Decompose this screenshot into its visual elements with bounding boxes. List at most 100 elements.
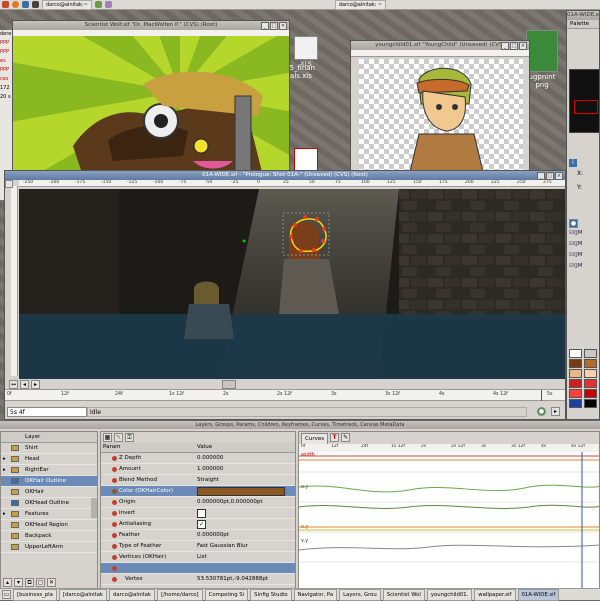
time-slider[interactable]: 0f 12f 24f 1s 12f 2s 2s 12f 3s 3s 12f 4s 4s 12f 5s	[5, 389, 565, 401]
layer-row[interactable]: OKHead Region	[1, 520, 97, 531]
layer-row[interactable]: UpperLeftArm	[1, 542, 97, 553]
param-row[interactable]: Amount 1.000000	[101, 464, 295, 475]
taskbar-item[interactable]: [business_pla	[13, 588, 57, 601]
taskbar-item[interactable]: Sinfig Studio	[250, 588, 292, 601]
expander-icon[interactable]: ▸	[3, 509, 6, 519]
palette-swatch[interactable]	[584, 349, 597, 358]
pencil-icon[interactable]: ✎	[114, 433, 123, 442]
taskbar-item[interactable]: Scientist Wol	[382, 588, 425, 601]
vertical-scrollbar-thumb[interactable]	[91, 498, 97, 518]
render-icon[interactable]: ●	[537, 407, 546, 416]
layer-row[interactable]: ▸ Features	[1, 509, 97, 520]
taskbar-item[interactable]: darco@alnitak	[109, 588, 156, 601]
selected-layer-ducks[interactable]	[19, 189, 565, 379]
taskbar-item[interactable]: wallpaper.sif	[474, 588, 516, 601]
show-desktop-icon[interactable]: ▭	[2, 590, 11, 599]
param-row[interactable]: Blend Method Straight	[101, 475, 295, 486]
layer-row[interactable]: OKHair Outline	[1, 476, 97, 487]
maximize-icon[interactable]: □	[510, 42, 518, 50]
param-value[interactable]: List	[197, 552, 207, 562]
taskbar-item[interactable]: [/home/darco]	[157, 588, 203, 601]
app-launcher-icon[interactable]	[94, 1, 102, 8]
param-row[interactable]: Origin 0.000000pt,0.000000pt	[101, 497, 295, 508]
param-row[interactable]: Vertices (OKHair) List	[101, 552, 295, 563]
param-value[interactable]: 1.000000	[197, 464, 223, 474]
param-value[interactable]: 53.530781pt,-9.042888pt	[197, 574, 268, 584]
window-scientist-wolf[interactable]: Scientist Wolf.sif "Dr. MacWolfen P." (C…	[12, 20, 290, 175]
window-title[interactable]: 01A-WIDE.sif - "Prologue: Shot 01A-" (Un…	[5, 171, 565, 180]
list-item[interactable]: ☑(JM	[569, 250, 599, 261]
palette-swatch[interactable]	[569, 389, 582, 398]
maximize-icon[interactable]: □	[546, 172, 554, 180]
palette-swatch[interactable]	[569, 369, 582, 378]
top-task-3[interactable]: darco@alnitak: ~	[334, 0, 387, 10]
param-row[interactable]	[101, 563, 295, 574]
palette-swatch[interactable]	[569, 349, 582, 358]
time-field[interactable]: 5s 4f	[7, 407, 87, 417]
param-value[interactable]: 0.000000pt,0.000000pt	[197, 497, 263, 507]
param-row[interactable]: Invert	[101, 508, 295, 519]
terminal-launcher-icon[interactable]	[32, 1, 39, 8]
top-task-0[interactable]: darco@alnitak:~	[42, 0, 92, 10]
maximize-icon[interactable]: □	[270, 22, 278, 30]
raise-layer-icon[interactable]: ▴	[3, 578, 12, 587]
browser-launcher-icon[interactable]	[12, 1, 19, 8]
expander-icon[interactable]: ▸	[3, 454, 6, 464]
palette-swatch[interactable]	[569, 399, 582, 408]
close-icon[interactable]: ×	[279, 22, 287, 30]
palette-swatch[interactable]	[569, 359, 582, 368]
scroll-right-icon[interactable]: ▸	[31, 379, 40, 389]
layer-row[interactable]: ▸ Head	[1, 454, 97, 465]
scroll-left-icon[interactable]: ◂	[20, 379, 29, 389]
taskbar-item[interactable]: Navigator, Pa	[293, 588, 338, 601]
window-main-canvas[interactable]: 01A-WIDE.sif - "Prologue: Shot 01A-" (Un…	[4, 170, 566, 420]
list-item[interactable]: ☑(JM	[569, 261, 599, 272]
duplicate-layer-icon[interactable]: ⧉	[25, 578, 34, 587]
wolf-canvas[interactable]	[13, 36, 289, 174]
preview-icon[interactable]: ▸	[551, 407, 560, 416]
lower-layer-icon[interactable]: ▾	[14, 578, 23, 587]
palette-swatch[interactable]	[569, 379, 582, 388]
canvas-menu-icon[interactable]	[5, 180, 13, 188]
layer-row[interactable]: Shirt	[1, 443, 97, 454]
palette-swatch[interactable]	[584, 379, 597, 388]
param-row[interactable]: Color (OKHairColor)	[101, 486, 295, 497]
draw-tool-icon[interactable]: ✎	[341, 433, 351, 442]
palette-swatch[interactable]	[584, 399, 597, 408]
param-row[interactable]: Feather 0.000000pt	[101, 530, 295, 541]
taskbar-item[interactable]: youngchild01.	[426, 588, 473, 601]
curves-graph[interactable]: width o.y o.y v.y	[299, 452, 599, 588]
param-value[interactable]: 0.000000pt	[197, 530, 229, 540]
color-swatch[interactable]	[197, 487, 285, 496]
encapsulate-layer-icon[interactable]: ▢	[36, 578, 45, 587]
param-row[interactable]: Type of Feather Fast Gaussian Blur	[101, 541, 295, 552]
checkbox[interactable]	[197, 509, 206, 518]
param-row[interactable]: Antialiasing ✓	[101, 519, 295, 530]
dock-title[interactable]: Layers, Groups, Params, Children, Keyfra…	[0, 421, 600, 429]
taskbar-item[interactable]: 01A-WIDE.sif	[517, 588, 560, 601]
minimize-icon[interactable]: _	[261, 22, 269, 30]
layer-row[interactable]: OKHead Outline	[1, 498, 97, 509]
text-tool-icon[interactable]: T	[330, 433, 340, 442]
close-icon[interactable]: ×	[555, 172, 563, 180]
window-title[interactable]: 01A-WIDE.s	[567, 11, 599, 20]
palette-tab[interactable]: Palette	[567, 20, 599, 29]
layer-row[interactable]: ▸ RightEar	[1, 465, 97, 476]
palette-swatch[interactable]	[584, 359, 597, 368]
minimize-icon[interactable]: _	[501, 42, 509, 50]
param-value[interactable]: Fast Gaussian Blur	[197, 541, 248, 551]
palette-swatch[interactable]	[584, 369, 597, 378]
params-tab-icon[interactable]: ▦	[103, 433, 112, 442]
color-palette[interactable]	[569, 349, 599, 408]
expander-icon[interactable]: ▸	[3, 465, 6, 475]
scene-canvas[interactable]	[19, 189, 565, 379]
taskbar-item[interactable]: [darco@alnitak	[58, 588, 108, 601]
time-cursor[interactable]	[541, 390, 542, 401]
palette-swatch[interactable]	[584, 389, 597, 398]
layer-row[interactable]: OKHair	[1, 487, 97, 498]
expand-icon[interactable]: ↔	[9, 379, 18, 389]
window-title[interactable]: Scientist Wolf.sif "Dr. MacWolfen P." (C…	[13, 21, 289, 30]
param-row[interactable]: Z Depth 0.000000	[101, 453, 295, 464]
param-row[interactable]: Vertex 53.530781pt,-9.042888pt	[101, 574, 295, 585]
close-icon[interactable]: ×	[519, 42, 527, 50]
